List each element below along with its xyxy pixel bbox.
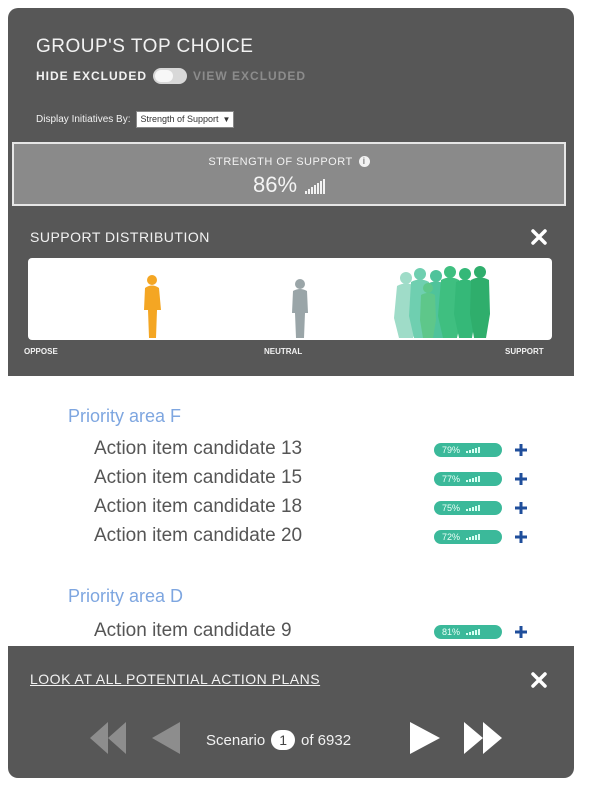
- neutral-figure-icon: [292, 279, 308, 338]
- oppose-figure-icon: [144, 275, 161, 338]
- strength-of-support-box: STRENGTH OF SUPPORT i 86%: [12, 142, 566, 206]
- support-percent-badge: 81%: [434, 625, 502, 639]
- support-percent-badge: 75%: [434, 501, 502, 515]
- support-percent: 81%: [442, 627, 461, 637]
- scenario-total: of 6932: [301, 731, 352, 749]
- strength-value-row: 86%: [14, 172, 564, 198]
- display-initiatives-row: Display Initiatives By: Strength of Supp…: [36, 111, 235, 128]
- support-distribution-chart: [28, 258, 552, 340]
- add-icon[interactable]: [513, 442, 529, 458]
- display-initiatives-select[interactable]: Strength of Support ▼: [136, 111, 235, 128]
- scenario-label: Scenario: [206, 731, 266, 749]
- panel-title: GROUP'S TOP CHOICE: [36, 36, 254, 57]
- view-excluded-label[interactable]: VIEW EXCLUDED: [193, 69, 306, 83]
- signal-bars-icon: [466, 505, 481, 511]
- oppose-label: OPPOSE: [24, 347, 58, 356]
- previous-scenario-icon[interactable]: [148, 718, 182, 758]
- excluded-toggle[interactable]: [153, 68, 188, 84]
- action-item-label[interactable]: Action item candidate 18: [94, 496, 302, 518]
- signal-bars-icon: [466, 476, 481, 482]
- support-label: SUPPORT: [505, 347, 544, 356]
- signal-bars-icon: [466, 534, 481, 540]
- last-scenario-icon[interactable]: [462, 718, 504, 758]
- add-icon[interactable]: [513, 529, 529, 545]
- support-percent-badge: 79%: [434, 443, 502, 457]
- first-scenario-icon[interactable]: [88, 718, 128, 758]
- action-item-label[interactable]: Action item candidate 9: [94, 620, 292, 642]
- priority-area-title: Priority area F: [68, 406, 182, 426]
- add-icon[interactable]: [513, 500, 529, 516]
- action-item-label[interactable]: Action item candidate 13: [94, 438, 302, 460]
- support-percent: 77%: [442, 474, 461, 484]
- toggle-knob: [155, 70, 174, 82]
- next-scenario-icon[interactable]: [406, 718, 442, 758]
- support-percent: 79%: [442, 445, 461, 455]
- info-icon[interactable]: i: [358, 156, 370, 167]
- strength-label: STRENGTH OF SUPPORT: [208, 156, 353, 168]
- priority-area-title: Priority area D: [68, 586, 184, 606]
- close-icon[interactable]: [530, 228, 548, 246]
- support-percent-badge: 72%: [434, 530, 502, 544]
- signal-bars-icon: [466, 629, 481, 635]
- strength-value: 86%: [252, 172, 298, 197]
- support-percent-badge: 77%: [434, 472, 502, 486]
- neutral-label: NEUTRAL: [264, 347, 303, 356]
- signal-bars-icon: [305, 179, 326, 194]
- scenario-indicator: Scenario 1 of 6932: [206, 730, 351, 750]
- hide-excluded-label[interactable]: HIDE EXCLUDED: [36, 69, 147, 83]
- dropdown-arrow-icon: ▼: [222, 115, 231, 124]
- top-choice-panel: GROUP'S TOP CHOICE HIDE EXCLUDED VIEW EX…: [8, 8, 574, 778]
- support-percent: 72%: [442, 532, 461, 542]
- action-item-label[interactable]: Action item candidate 20: [94, 525, 302, 547]
- add-icon[interactable]: [513, 471, 529, 487]
- scenario-number[interactable]: 1: [271, 730, 295, 750]
- close-icon[interactable]: [530, 671, 548, 689]
- look-at-all-plans-link[interactable]: LOOK AT ALL POTENTIAL ACTION PLANS: [30, 671, 320, 687]
- excluded-toggle-row: HIDE EXCLUDED VIEW EXCLUDED: [36, 68, 306, 84]
- support-distribution-title: SUPPORT DISTRIBUTION: [30, 229, 210, 245]
- support-percent: 75%: [442, 503, 461, 513]
- support-crowd-icon: [394, 266, 490, 338]
- display-initiatives-label: Display Initiatives By:: [36, 114, 131, 125]
- signal-bars-icon: [466, 447, 481, 453]
- strength-label-row: STRENGTH OF SUPPORT i: [14, 156, 564, 168]
- action-item-list: Priority area F Action item candidate 13…: [8, 376, 574, 646]
- display-select-value: Strength of Support: [140, 114, 219, 124]
- add-icon[interactable]: [513, 624, 529, 640]
- action-item-label[interactable]: Action item candidate 15: [94, 467, 302, 489]
